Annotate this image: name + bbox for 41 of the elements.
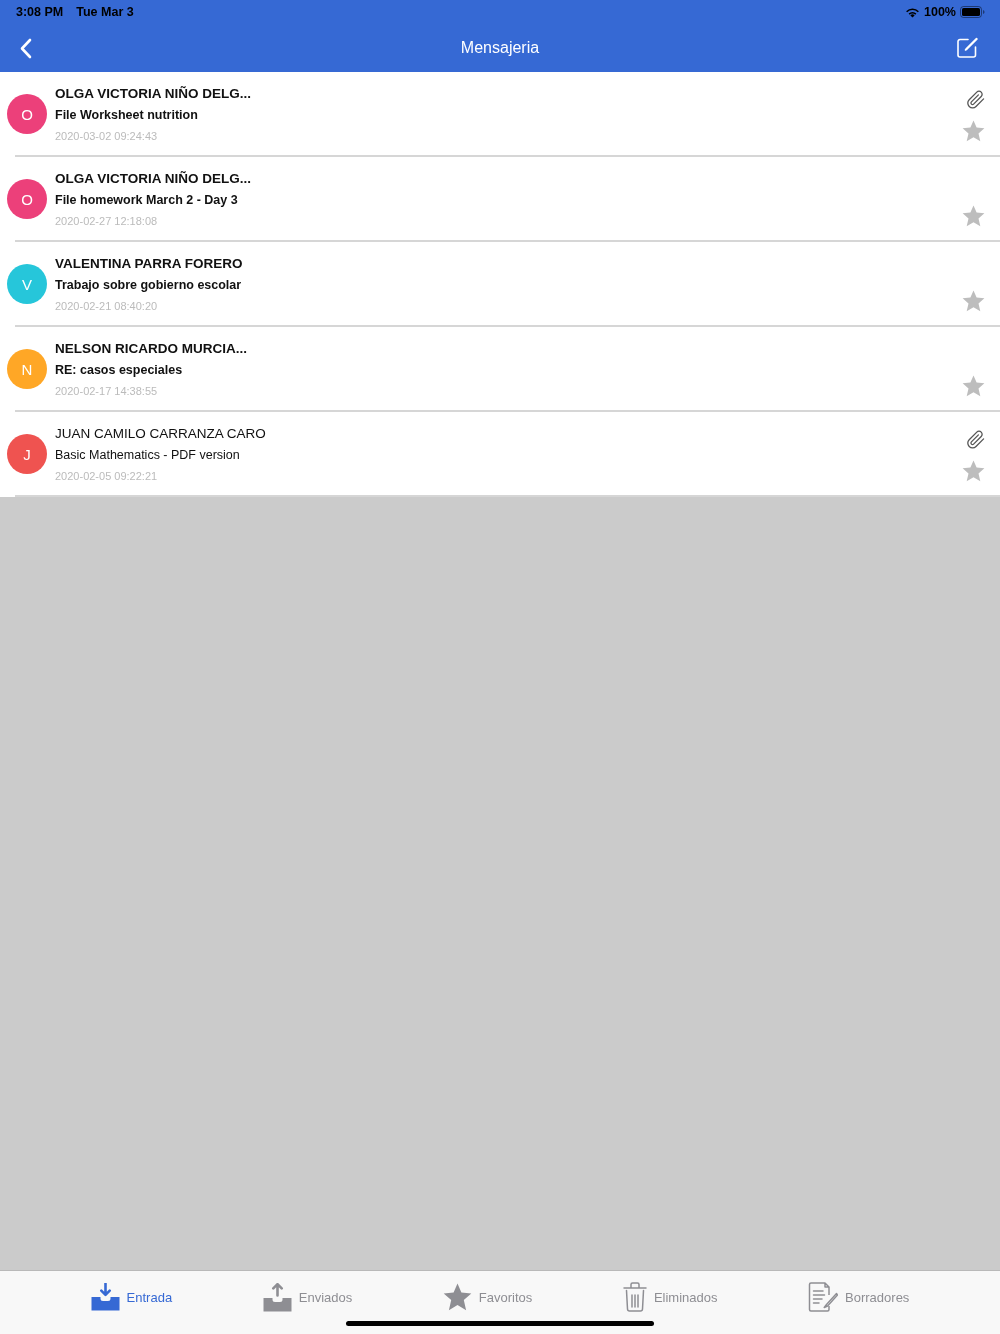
back-button[interactable]	[19, 37, 32, 59]
avatar: J	[7, 434, 47, 474]
chevron-left-icon	[19, 37, 32, 59]
message-subject: RE: casos especiales	[55, 362, 183, 379]
star-icon[interactable]	[962, 375, 985, 397]
star-icon[interactable]	[962, 205, 985, 227]
message-date: 2020-02-05 09:22:21	[55, 469, 158, 484]
sender-name: OLGA VICTORIA NIÑO DELG...	[55, 170, 251, 188]
avatar: N	[7, 349, 47, 389]
avatar: O	[7, 179, 47, 219]
tray-up-arrow-icon	[262, 1282, 292, 1312]
status-date: Tue Mar 3	[76, 5, 134, 19]
sender-name: NELSON RICARDO MURCIA...	[55, 340, 247, 358]
compose-button[interactable]	[956, 37, 978, 59]
message-date: 2020-03-02 09:24:43	[55, 129, 158, 144]
wifi-icon	[905, 6, 920, 18]
tray-down-arrow-icon	[90, 1283, 120, 1311]
battery-percentage: 100%	[924, 5, 956, 19]
star-icon	[442, 1283, 472, 1311]
avatar: O	[7, 94, 47, 134]
star-icon[interactable]	[962, 290, 985, 312]
document-pen-icon	[808, 1282, 839, 1312]
sender-name: JUAN CAMILO CARRANZA CARO	[55, 425, 266, 443]
message-date: 2020-02-21 08:40:20	[55, 299, 158, 314]
status-time: 3:08 PM	[16, 5, 64, 19]
screen-title: Mensajeria	[460, 39, 540, 57]
message-subject: File homework March 2 - Day 3	[55, 192, 238, 209]
battery-icon	[960, 6, 985, 18]
sender-name: VALENTINA PARRA FORERO	[55, 255, 243, 273]
message-subject: Basic Mathematics - PDF version	[55, 447, 240, 464]
sender-name: OLGA VICTORIA NIÑO DELG...	[55, 85, 251, 103]
compose-icon	[956, 37, 978, 59]
avatar: V	[7, 264, 47, 304]
trash-icon	[622, 1282, 647, 1312]
message-date: 2020-02-27 12:18:08	[55, 214, 158, 229]
message-date: 2020-02-17 14:38:55	[55, 384, 158, 399]
tab[interactable]: Entrada	[90, 1283, 173, 1311]
star-icon[interactable]	[962, 460, 985, 482]
message-subject: Trabajo sobre gobierno escolar	[55, 277, 242, 294]
star-icon[interactable]	[962, 120, 985, 142]
message-subject: File Worksheet nutrition	[55, 107, 198, 124]
